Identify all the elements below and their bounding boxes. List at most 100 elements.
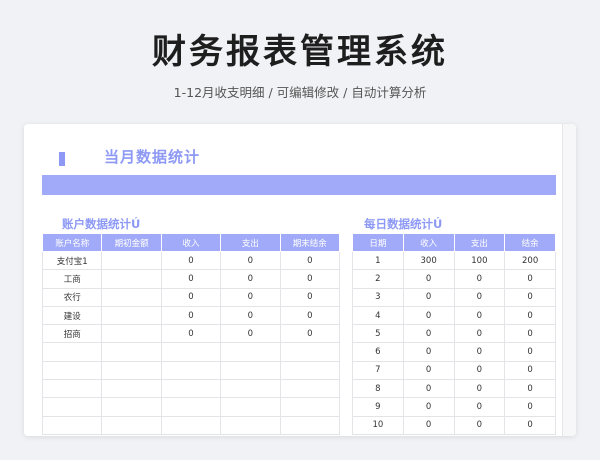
table-cell[interactable]: 农行 — [41, 287, 103, 307]
table-cell[interactable] — [101, 360, 162, 381]
table-cell[interactable]: 6 — [352, 342, 404, 362]
table-cell[interactable]: 0 — [504, 269, 556, 289]
table-cell[interactable]: 0 — [160, 305, 222, 326]
table-cell[interactable]: 4 — [352, 305, 404, 326]
column-header[interactable]: 账户名称 — [41, 233, 103, 252]
table-cell[interactable] — [160, 415, 222, 435]
table-cell[interactable]: 0 — [160, 250, 222, 271]
table-cell[interactable]: 0 — [160, 287, 222, 307]
table-cell[interactable]: 0 — [279, 287, 341, 307]
table-cell[interactable]: 9 — [352, 397, 404, 417]
table-cell[interactable]: 0 — [402, 360, 455, 381]
column-header[interactable]: 结余 — [504, 233, 556, 252]
table-cell[interactable]: 1 — [352, 250, 404, 271]
table-cell[interactable]: 0 — [504, 360, 556, 381]
table-cell[interactable]: 3 — [352, 287, 404, 307]
column-header[interactable]: 期末结余 — [279, 233, 341, 252]
table-cell[interactable] — [101, 379, 162, 399]
table-cell[interactable]: 0 — [220, 324, 281, 344]
table-cell[interactable]: 工商 — [41, 269, 103, 289]
table-cell[interactable]: 招商 — [41, 324, 103, 344]
table-cell[interactable]: 0 — [504, 305, 556, 326]
table-cell[interactable]: 0 — [279, 250, 341, 271]
table-cell[interactable] — [41, 415, 103, 435]
table-cell[interactable]: 0 — [453, 324, 506, 344]
table-cell[interactable]: 0 — [279, 269, 341, 289]
column-header[interactable]: 期初金额 — [101, 233, 162, 252]
table-cell[interactable] — [279, 379, 341, 399]
table-cell[interactable]: 0 — [402, 397, 455, 417]
table-cell[interactable] — [41, 342, 103, 362]
table-cell[interactable] — [41, 397, 103, 417]
table-cell[interactable] — [101, 415, 162, 435]
column-header[interactable]: 收入 — [160, 233, 222, 252]
table-cell[interactable]: 0 — [453, 360, 506, 381]
table-row: 9000 — [352, 397, 556, 417]
table-cell[interactable] — [101, 397, 162, 417]
table-cell[interactable]: 支付宝1 — [41, 250, 103, 271]
table-cell[interactable] — [160, 342, 222, 362]
table-cell[interactable] — [220, 379, 281, 399]
column-header[interactable]: 收入 — [402, 233, 455, 252]
table-cell[interactable]: 0 — [453, 287, 506, 307]
table-cell[interactable]: 0 — [453, 379, 506, 399]
table-cell[interactable]: 建设 — [41, 305, 103, 326]
table-cell[interactable] — [101, 324, 162, 344]
table-cell[interactable]: 0 — [220, 287, 281, 307]
table-cell[interactable]: 0 — [279, 324, 341, 344]
table-cell[interactable] — [41, 360, 103, 381]
table-cell[interactable]: 100 — [453, 250, 506, 271]
table-cell[interactable] — [160, 379, 222, 399]
table-cell[interactable] — [101, 250, 162, 271]
table-cell[interactable]: 300 — [402, 250, 455, 271]
table-cell[interactable]: 0 — [402, 379, 455, 399]
table-cell[interactable] — [101, 305, 162, 326]
table-cell[interactable] — [279, 397, 341, 417]
table-cell[interactable] — [101, 269, 162, 289]
table-cell[interactable]: 0 — [402, 287, 455, 307]
table-cell[interactable] — [220, 360, 281, 381]
table-cell[interactable]: 0 — [220, 250, 281, 271]
table-cell[interactable]: 0 — [279, 305, 341, 326]
table-cell[interactable] — [160, 397, 222, 417]
table-cell[interactable]: 0 — [160, 269, 222, 289]
table-cell[interactable] — [160, 360, 222, 381]
column-header[interactable]: 支出 — [453, 233, 506, 252]
table-cell[interactable]: 0 — [504, 379, 556, 399]
column-header[interactable]: 日期 — [352, 233, 404, 252]
table-cell[interactable]: 5 — [352, 324, 404, 344]
table-cell[interactable] — [279, 360, 341, 381]
table-cell[interactable]: 0 — [220, 305, 281, 326]
table-cell[interactable]: 0 — [453, 305, 506, 326]
table-cell[interactable]: 0 — [504, 324, 556, 344]
table-cell[interactable]: 10 — [352, 415, 404, 435]
table-cell[interactable] — [279, 415, 341, 435]
table-cell[interactable]: 8 — [352, 379, 404, 399]
table-cell[interactable]: 0 — [453, 397, 506, 417]
table-cell[interactable]: 2 — [352, 269, 404, 289]
table-cell[interactable]: 0 — [220, 269, 281, 289]
table-cell[interactable]: 0 — [504, 342, 556, 362]
table-cell[interactable]: 0 — [504, 415, 556, 435]
table-cell[interactable]: 0 — [402, 305, 455, 326]
table-cell[interactable]: 7 — [352, 360, 404, 381]
table-cell[interactable]: 0 — [160, 324, 222, 344]
table-cell[interactable] — [220, 342, 281, 362]
table-cell[interactable] — [279, 342, 341, 362]
table-cell[interactable]: 0 — [453, 342, 506, 362]
table-cell[interactable]: 0 — [504, 397, 556, 417]
table-cell[interactable]: 0 — [402, 342, 455, 362]
table-cell[interactable] — [220, 397, 281, 417]
table-cell[interactable]: 200 — [504, 250, 556, 271]
table-cell[interactable]: 0 — [504, 287, 556, 307]
column-header[interactable]: 支出 — [220, 233, 281, 252]
table-cell[interactable] — [101, 342, 162, 362]
table-cell[interactable]: 0 — [402, 269, 455, 289]
table-cell[interactable]: 0 — [402, 415, 455, 435]
table-cell[interactable] — [41, 379, 103, 399]
table-cell[interactable] — [220, 415, 281, 435]
table-cell[interactable] — [101, 287, 162, 307]
table-cell[interactable]: 0 — [402, 324, 455, 344]
table-cell[interactable]: 0 — [453, 415, 506, 435]
table-cell[interactable]: 0 — [453, 269, 506, 289]
